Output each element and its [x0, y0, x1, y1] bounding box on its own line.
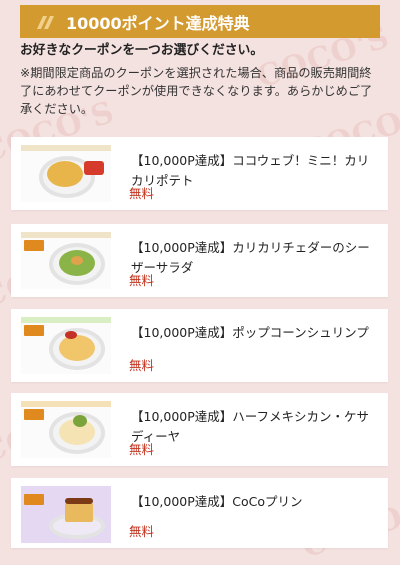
caramel-image [65, 498, 93, 504]
coupon-image-potato [21, 145, 111, 202]
coupon-image-salad [21, 232, 111, 289]
image-banner [21, 232, 111, 238]
coupon-price: 無料 [129, 524, 155, 539]
image-banner [21, 145, 111, 151]
coupon-price: 無料 [129, 442, 155, 457]
page-title: 10000ポイント達成特典 [66, 13, 250, 33]
coupon-title: 【10,000P達成】ポップコーンシュリンプ [131, 325, 369, 340]
image-banner [21, 401, 111, 407]
fries-image [47, 161, 83, 187]
sauce-cup-image [84, 161, 104, 175]
coupon-image-pudding [21, 486, 111, 543]
limited-tag [24, 325, 44, 336]
shrimp-image [59, 335, 95, 361]
coupon-intro: お好きなクーポンを一つお選びください。 ※期間限定商品のクーポンを選択された場合… [20, 42, 382, 118]
coupon-card-pudding[interactable]: 【10,000P達成】CoCoプリン 無料 [11, 478, 388, 548]
coupon-card-potato[interactable]: 【10,000P達成】ココウェブ！ミニ！カリカリポテト 無料 [11, 137, 388, 210]
coupon-title: 【10,000P達成】ココウェブ！ミニ！カリカリポテト [131, 153, 370, 188]
sauce-image [65, 331, 77, 339]
limited-tag [24, 240, 44, 251]
section-header: 10000ポイント達成特典 [20, 5, 380, 38]
coupon-price: 無料 [129, 273, 155, 288]
coupon-image-quesadilla [21, 401, 111, 458]
coupon-card-quesadilla[interactable]: 【10,000P達成】ハーフメキシカン・ケサディーヤ 無料 [11, 393, 388, 466]
avocado-image [73, 415, 87, 427]
coupon-title: 【10,000P達成】ハーフメキシカン・ケサディーヤ [131, 409, 370, 444]
coupon-title: 【10,000P達成】カリカリチェダーのシーザーサラダ [131, 240, 370, 275]
image-banner [21, 317, 111, 323]
coupon-image-shrimp [21, 317, 111, 374]
coupon-card-salad[interactable]: 【10,000P達成】カリカリチェダーのシーザーサラダ 無料 [11, 224, 388, 297]
coupon-title: 【10,000P達成】CoCoプリン [131, 494, 303, 509]
limited-tag [24, 409, 44, 420]
coupon-card-shrimp[interactable]: 【10,000P達成】ポップコーンシュリンプ 無料 [11, 309, 388, 382]
header-stripes-icon [38, 15, 54, 29]
coupon-price: 無料 [129, 186, 155, 201]
intro-lead: お好きなクーポンを一つお選びください。 [20, 43, 264, 58]
coupon-price: 無料 [129, 358, 155, 373]
cheese-image [71, 256, 83, 265]
limited-tag [24, 494, 44, 505]
intro-note: ※期間限定商品のクーポンを選択された場合、商品の販売期間終了にあわせてクーポンが… [20, 66, 373, 116]
